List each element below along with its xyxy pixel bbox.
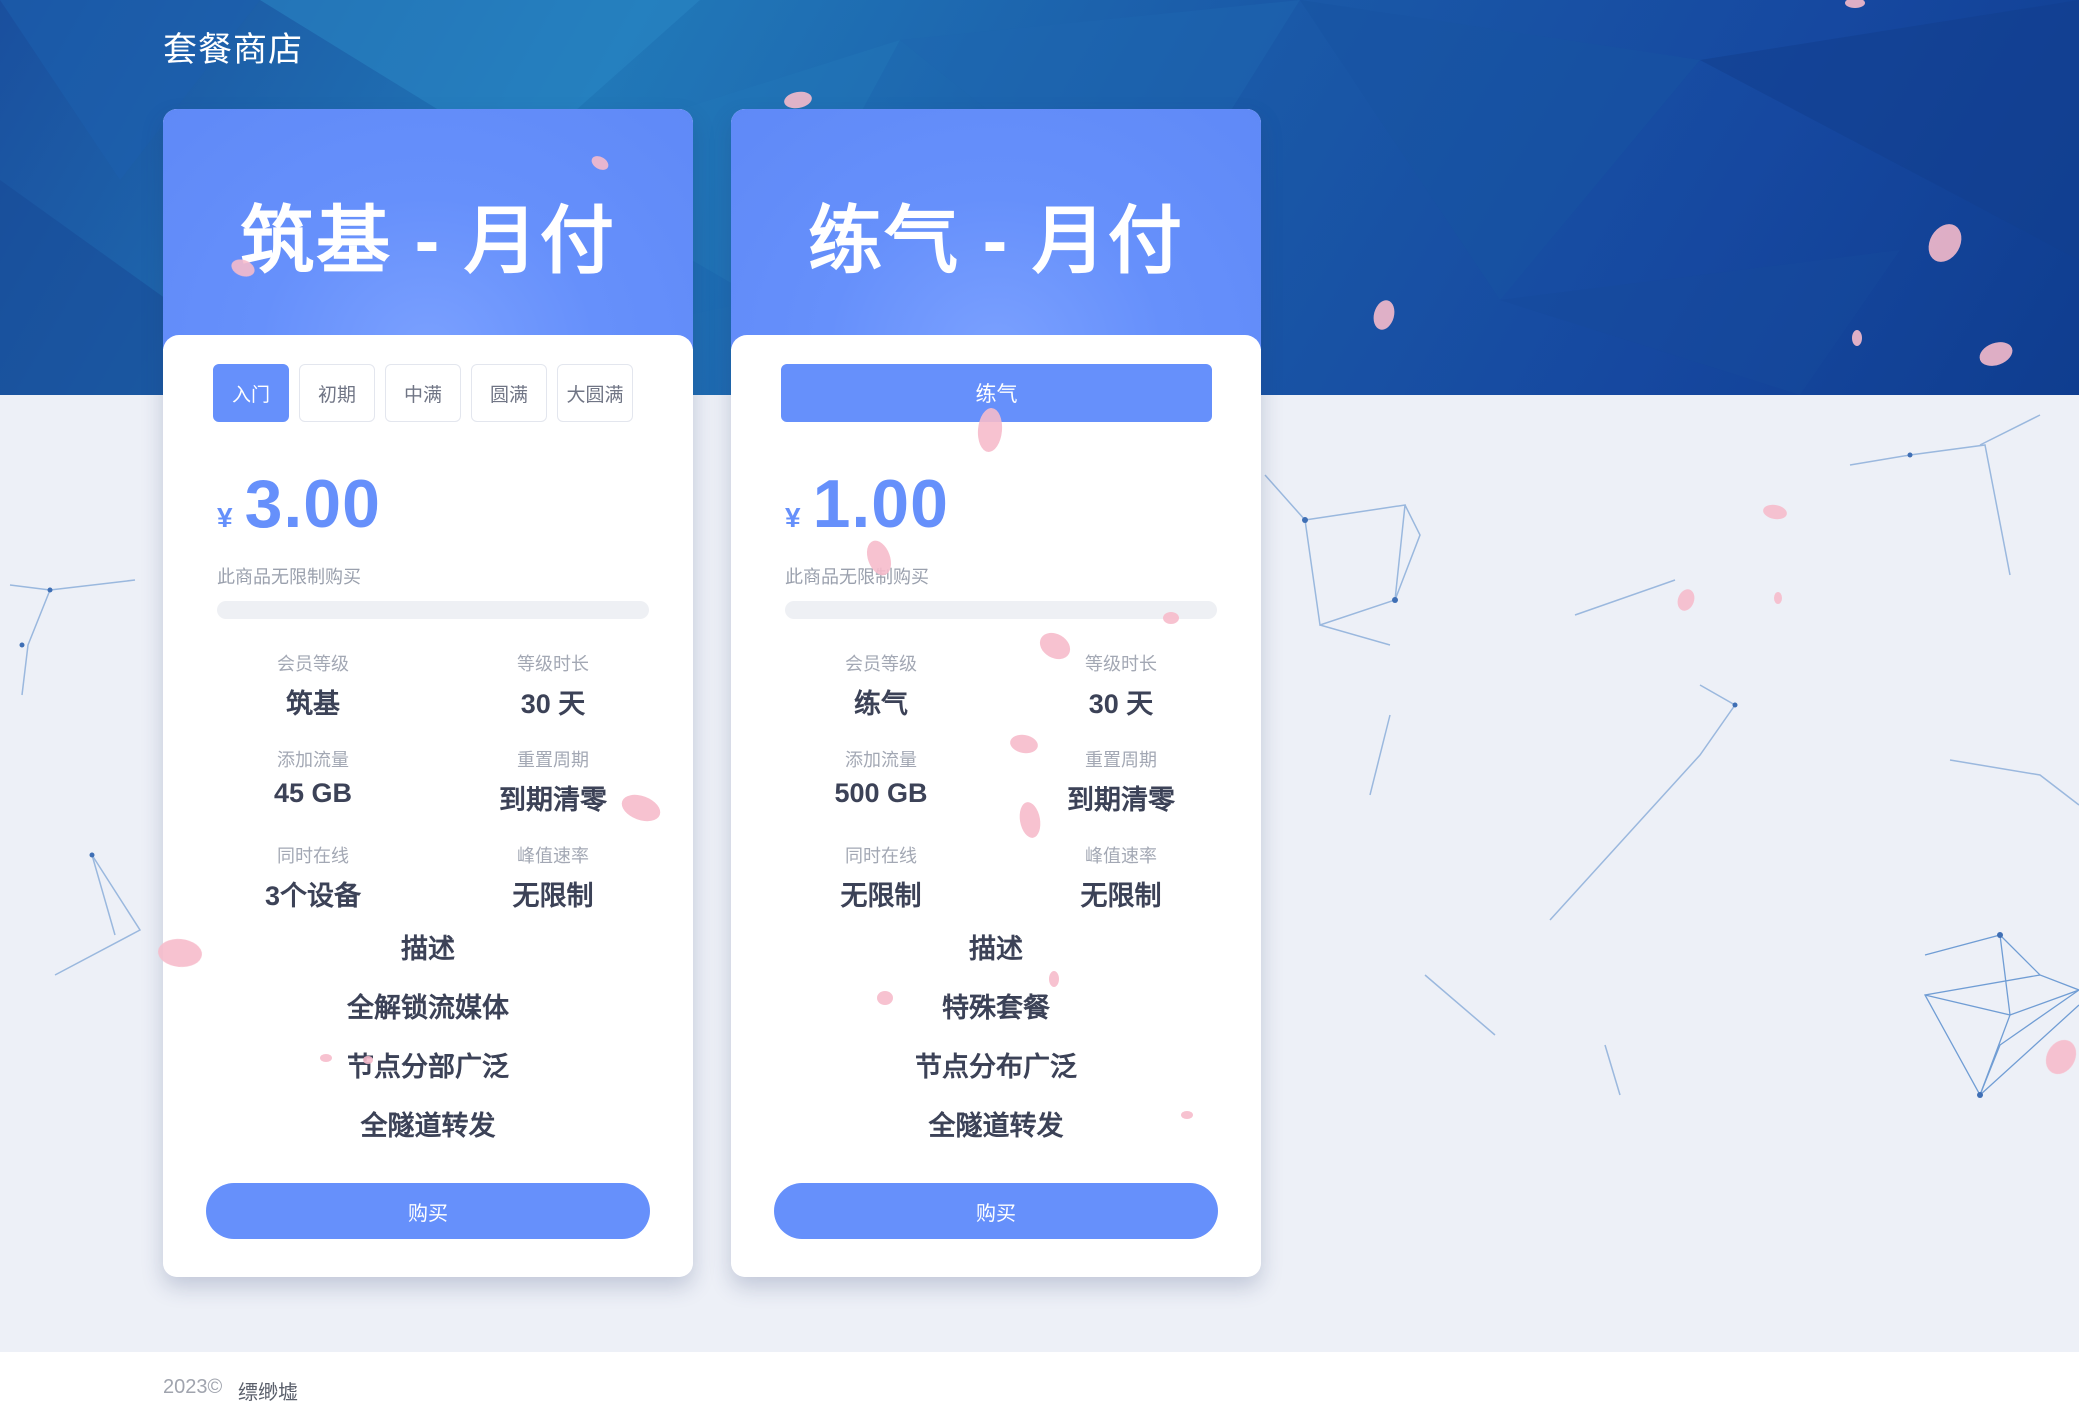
stat-value: 练气	[854, 689, 908, 719]
period-tabs: 入门 初期 中满 圆满 大圆满	[213, 364, 633, 422]
plan-card-body: 入门 初期 中满 圆满 大圆满 ¥ 3.00 此商品无限制购买 会员等级 筑基 …	[163, 335, 693, 1277]
stat-label: 同时在线	[277, 846, 349, 866]
description-line: 全隧道转发	[360, 1111, 496, 1141]
stat-devices: 同时在线 无限制	[761, 842, 1001, 913]
stat-duration: 等级时长 30 天	[1001, 650, 1241, 721]
plan-card-zhuji: 筑基 - 月付 入门 初期 中满 圆满 大圆满 ¥ 3.00 此商品无限制购买 …	[163, 109, 693, 1277]
purchase-limit-note: 此商品无限制购买	[785, 567, 929, 587]
stat-label: 等级时长	[1085, 654, 1157, 674]
tab-dayuanman[interactable]: 大圆满	[557, 364, 633, 422]
currency-symbol: ¥	[217, 502, 233, 533]
stat-value: 45 GB	[273, 778, 353, 808]
plan-card-body: 练气 ¥ 1.00 此商品无限制购买 会员等级 练气 等级时长 30 天 添加流…	[731, 335, 1261, 1277]
description-heading: 描述	[969, 934, 1023, 964]
stat-value: 3个设备	[264, 881, 362, 911]
period-tabs: 练气	[781, 364, 1212, 422]
description-line: 节点分布广泛	[915, 1052, 1077, 1082]
stat-label: 峰值速率	[1085, 846, 1157, 866]
description-line: 节点分部广泛	[347, 1052, 509, 1082]
stat-value: 无限制	[840, 881, 922, 911]
stat-label: 添加流量	[277, 750, 349, 770]
price-value: 1.00	[812, 466, 949, 542]
stat-value: 到期清零	[499, 785, 607, 815]
stat-speed: 峰值速率 无限制	[1001, 842, 1241, 913]
stat-value: 无限制	[512, 881, 594, 911]
tab-rumen[interactable]: 入门	[213, 364, 289, 422]
stat-label: 等级时长	[517, 654, 589, 674]
stat-value: 30 天	[520, 689, 586, 719]
stat-speed: 峰值速率 无限制	[433, 842, 673, 913]
currency-symbol: ¥	[785, 502, 801, 533]
stat-member-level: 会员等级 筑基	[193, 650, 433, 721]
stock-progress-bar	[217, 601, 649, 619]
stat-reset-cycle: 重置周期 到期清零	[1001, 746, 1241, 817]
stat-label: 添加流量	[845, 750, 917, 770]
stat-label: 重置周期	[517, 750, 589, 770]
description-line: 全解锁流媒体	[347, 993, 509, 1023]
buy-button[interactable]: 购买	[206, 1183, 650, 1239]
stat-traffic: 添加流量 500 GB	[761, 746, 1001, 809]
stat-duration: 等级时长 30 天	[433, 650, 673, 721]
stat-value: 500 GB	[834, 778, 928, 808]
stat-devices: 同时在线 3个设备	[193, 842, 433, 913]
plan-title: 练气 - 月付	[808, 199, 1184, 282]
footer: 2023© 缥缈墟	[0, 1352, 2079, 1416]
stat-reset-cycle: 重置周期 到期清零	[433, 746, 673, 817]
price-value: 3.00	[244, 466, 381, 542]
plan-card-lianqi: 练气 - 月付 练气 ¥ 1.00 此商品无限制购买 会员等级 练气 等级时长 …	[731, 109, 1261, 1277]
plan-card-header: 练气 - 月付	[731, 109, 1261, 349]
stat-label: 会员等级	[277, 654, 349, 674]
tab-chuqi[interactable]: 初期	[299, 364, 375, 422]
stat-value: 无限制	[1080, 881, 1162, 911]
stat-label: 峰值速率	[517, 846, 589, 866]
description-heading: 描述	[401, 934, 455, 964]
buy-button[interactable]: 购买	[774, 1183, 1218, 1239]
stat-label: 会员等级	[845, 654, 917, 674]
purchase-limit-note: 此商品无限制购买	[217, 567, 361, 587]
stock-progress-bar	[785, 601, 1217, 619]
description-line: 特殊套餐	[942, 993, 1050, 1023]
footer-copyright: 2023©	[163, 1376, 223, 1398]
plan-title: 筑基 - 月付	[240, 199, 616, 282]
tab-lianqi[interactable]: 练气	[781, 364, 1212, 422]
stat-value: 筑基	[286, 689, 340, 719]
stat-value: 30 天	[1088, 689, 1154, 719]
tab-yuanman[interactable]: 圆满	[471, 364, 547, 422]
description-line: 全隧道转发	[928, 1111, 1064, 1141]
stat-member-level: 会员等级 练气	[761, 650, 1001, 721]
price: ¥ 1.00	[785, 465, 949, 543]
price: ¥ 3.00	[217, 465, 381, 543]
stat-traffic: 添加流量 45 GB	[193, 746, 433, 809]
tab-zhongman[interactable]: 中满	[385, 364, 461, 422]
stat-value: 到期清零	[1067, 785, 1175, 815]
footer-brand: 缥缈墟	[238, 1382, 298, 1404]
stat-label: 重置周期	[1085, 750, 1157, 770]
plan-card-header: 筑基 - 月付	[163, 109, 693, 349]
stat-label: 同时在线	[845, 846, 917, 866]
page-title: 套餐商店	[163, 31, 303, 69]
